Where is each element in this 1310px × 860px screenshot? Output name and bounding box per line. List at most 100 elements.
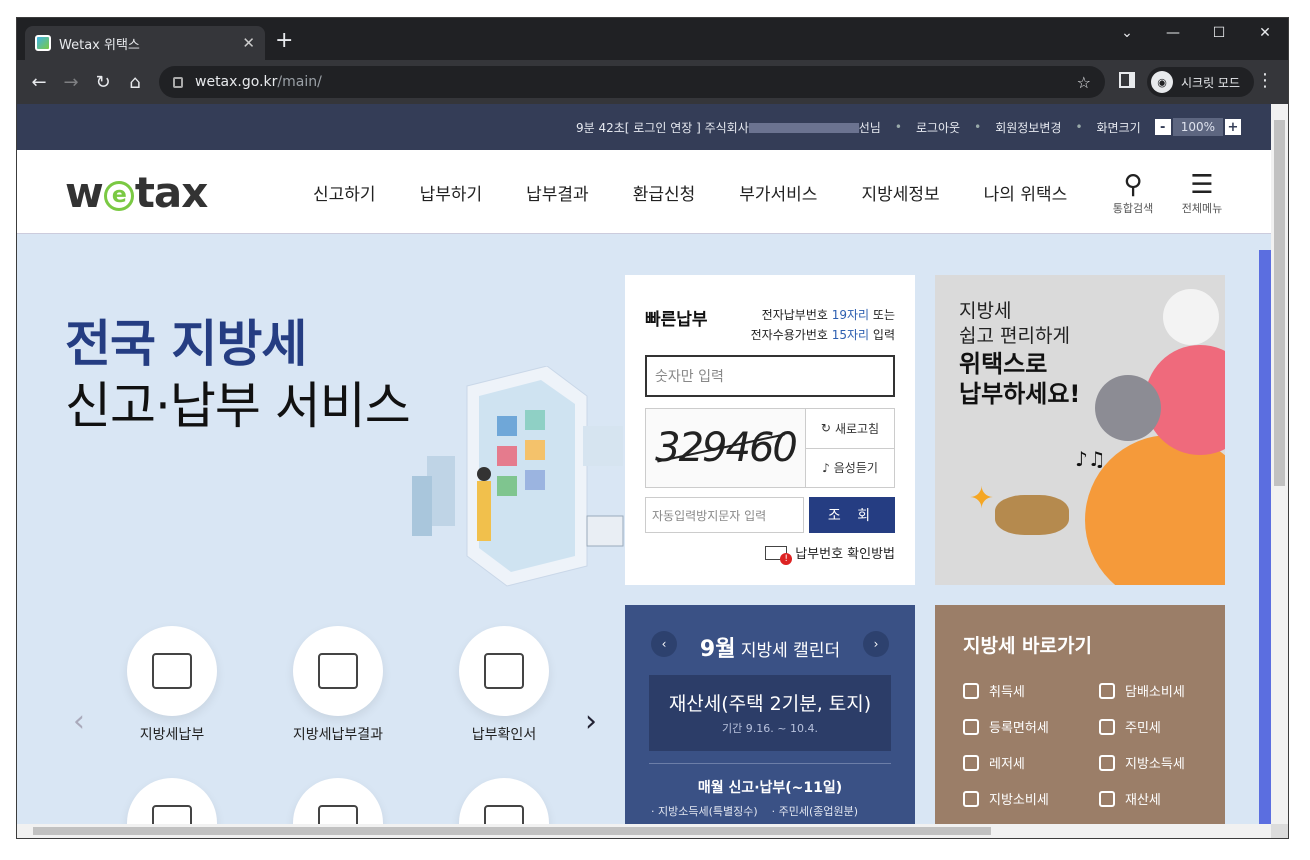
refresh-icon: ↻ [820,421,831,436]
receipt-icon [484,653,524,689]
nav-pay[interactable]: 납부하기 [420,180,483,205]
calendar-event[interactable]: 재산세(주택 2기분, 토지) 기간 9.16. ~ 10.4. [649,675,891,751]
favicon-icon [35,35,51,51]
shortcut-label: 재산세 [1125,793,1161,808]
music-note-icon: ♪♫ [1075,447,1106,471]
forward-icon[interactable]: → [55,66,87,98]
main-nav: 신고하기 납부하기 납부결과 환급신청 부가서비스 지방세정보 나의 위택스 [313,180,1111,205]
shortcut-property-tax[interactable]: 재산세 [1099,789,1219,808]
money-bag-icon [1099,754,1115,771]
services-next-arrow[interactable]: › [585,704,597,739]
bookmark-star-icon[interactable]: ☆ [1077,73,1091,92]
close-window-button[interactable]: ✕ [1242,18,1288,48]
integrated-search-button[interactable]: ⚲ 통합검색 [1108,170,1158,216]
service-local-tax-pay-result[interactable] [293,626,383,716]
shortcut-label: 지방소득세 [1125,757,1185,772]
desc1-a: 전자납부번호 [761,308,832,322]
browser-menu-icon[interactable]: ⋮ [1256,70,1274,91]
captcha-audio-button[interactable]: ♪ 음성듣기 [806,449,894,488]
nav-local-tax-info[interactable]: 지방세정보 [861,180,939,205]
browser-window: Wetax 위택스 ✕ + ⌄ — ☐ ✕ ← → ↻ ⌂ wetax.go.k… [16,17,1289,839]
new-tab-button[interactable]: + [275,28,293,53]
promo-headline: 위택스로 납부하세요! [959,349,1080,409]
tab-search-icon[interactable]: ⌄ [1104,18,1150,48]
captcha-input[interactable]: 자동입력방지문자 입력 [645,497,804,533]
separator-dot: • [1075,120,1083,134]
all-menu-button[interactable]: ☰ 전체메뉴 [1177,170,1227,216]
captcha-image: 329460 [646,409,806,487]
nav-refund[interactable]: 환급신청 [633,180,696,205]
address-bar[interactable]: wetax.go.kr/main/ ☆ [159,66,1105,98]
close-tab-icon[interactable]: ✕ [242,34,255,52]
coin-stack [995,495,1069,535]
event-period: 기간 9.16. ~ 10.4. [722,722,818,735]
service-local-tax-pay[interactable] [127,626,217,716]
site-header: w e tax 신고하기 납부하기 납부결과 환급신청 부가서비스 지방세정보 나의… [17,150,1273,234]
home-icon[interactable]: ⌂ [119,66,151,98]
browser-tab[interactable]: Wetax 위택스 ✕ [25,26,265,60]
horizontal-scroll-thumb[interactable] [33,827,991,835]
service-item[interactable] [459,778,549,826]
monthly-item[interactable]: · 주민세(종업원분) [772,803,858,819]
service-item[interactable] [127,778,217,826]
separator-dot: • [974,120,982,134]
desc2-b: 15자리 [831,328,870,342]
shortcut-income-tax[interactable]: 지방소득세 [1099,753,1219,772]
logout-link[interactable]: 로그아웃 [916,119,960,136]
maximize-button[interactable]: ☐ [1196,18,1242,48]
shortcut-leisure-tax[interactable]: 레저세 [963,753,1099,772]
minimize-button[interactable]: — [1150,18,1196,48]
shortcut-acquisition-tax[interactable]: 취득세 [963,681,1099,700]
promo-line3: 위택스로 [959,350,1048,378]
lookup-button[interactable]: 조 회 [809,497,895,533]
payment-number-placeholder: 숫자만 입력 [655,369,724,385]
service-payment-certificate[interactable] [459,626,549,716]
incognito-badge[interactable]: ◉ 시크릿 모드 [1147,67,1255,97]
utility-bar: 9분 42초[ 로그인 연장 ] 주식회사 선님 • 로그아웃 • 회원정보변경 … [17,104,1273,150]
service-item[interactable] [293,778,383,826]
zoom-value: 100% [1172,118,1223,136]
tax-pay-icon [152,653,192,689]
zoom-control: - 100% + [1154,118,1241,136]
payment-number-help-link[interactable]: 납부번호 확인방법 [765,543,895,565]
zoom-out-button[interactable]: - [1154,119,1171,135]
reload-icon[interactable]: ↻ [87,66,119,98]
service-label: 납부확인서 [471,727,537,743]
nav-report[interactable]: 신고하기 [313,180,376,205]
shortcut-label: 등록면허세 [989,721,1049,736]
calendar-next-button[interactable]: › [863,631,889,657]
incognito-label: 시크릿 모드 [1181,75,1241,90]
back-icon[interactable]: ← [23,66,55,98]
vertical-scroll-thumb[interactable] [1274,120,1285,486]
plus-box-icon [963,718,979,735]
nav-pay-result[interactable]: 납부결과 [526,180,589,205]
person-icon [1099,718,1115,735]
nav-extra-services[interactable]: 부가서비스 [739,180,817,205]
promo-line4: 납부하세요! [959,380,1081,408]
payment-number-input[interactable]: 숫자만 입력 [645,355,895,397]
calendar-month: 9월 [699,637,736,662]
member-edit-link[interactable]: 회원정보변경 [995,119,1061,136]
zoom-in-button[interactable]: + [1225,119,1241,135]
event-title: 재산세(주택 2기분, 토지) [668,693,872,715]
promo-line1: 지방세 [959,300,1012,322]
shortcut-label: 레저세 [989,757,1025,772]
vertical-scrollbar[interactable] [1271,104,1288,826]
nav-my-wetax[interactable]: 나의 위택스 [984,180,1068,205]
shortcut-resident-tax[interactable]: 주민세 [1099,717,1219,736]
shortcut-consumption-tax[interactable]: 지방소비세 [963,789,1099,808]
horizontal-scrollbar[interactable] [17,824,1273,838]
monthly-item[interactable]: · 지방소득세(특별징수) [651,803,758,819]
services-prev-arrow[interactable]: ‹ [73,704,85,739]
hero-title-line2: 신고·납부 서비스 [65,377,411,435]
wetax-logo[interactable]: w e tax [65,168,208,217]
session-timer[interactable]: 9분 42초[ 로그인 연장 ] 주식회사 [576,121,749,135]
promo-banner[interactable]: 지방세 쉽고 편리하게 위택스로 납부하세요! ✦ ♪♫ [935,275,1225,585]
captcha-refresh-button[interactable]: ↻ 새로고침 [806,409,894,449]
service-label: 지방세납부결과 [292,727,384,743]
shortcut-registration-tax[interactable]: 등록면허세 [963,717,1099,736]
microphone-icon: ♪ [822,460,830,475]
shortcut-tobacco-tax[interactable]: 담배소비세 [1099,681,1219,700]
side-panel-icon[interactable] [1119,72,1135,88]
shortcut-label: 취득세 [989,685,1025,700]
